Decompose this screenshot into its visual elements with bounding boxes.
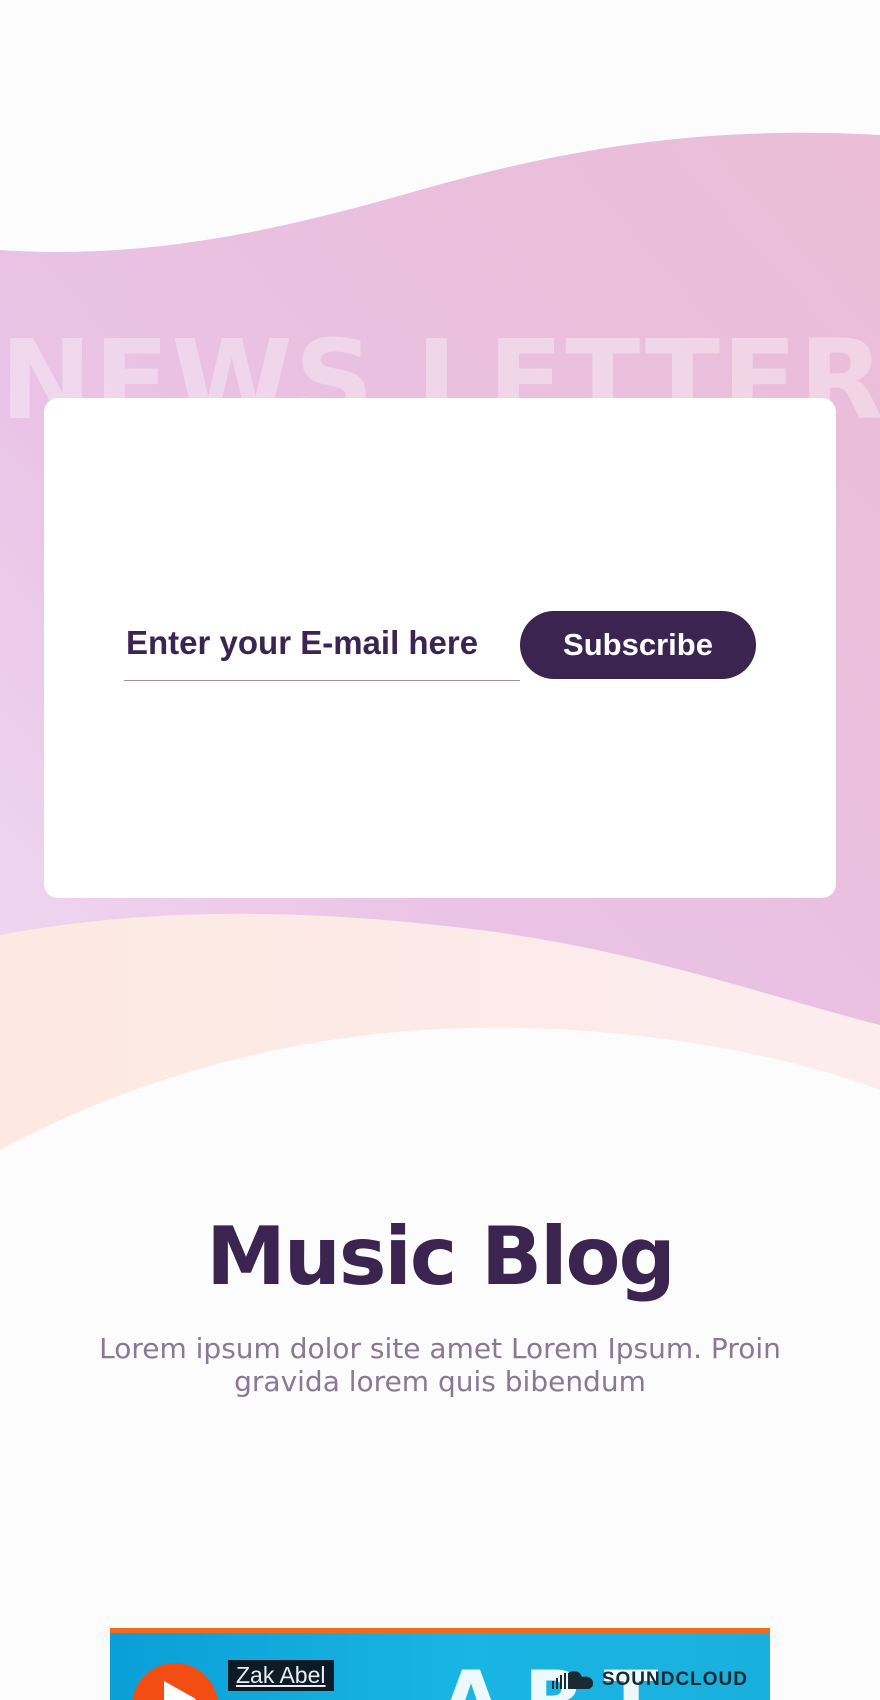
soundcloud-icon xyxy=(551,1671,593,1689)
blog-description: Lorem ipsum dolor site amet Lorem Ipsum.… xyxy=(99,1332,781,1398)
page-title: Music Blog xyxy=(206,1210,676,1303)
play-icon xyxy=(164,1681,196,1700)
soundcloud-logo[interactable]: SOUNDCLOUD xyxy=(551,1669,748,1691)
subscribe-form: Subscribe xyxy=(124,611,756,681)
soundcloud-player[interactable]: Zak Abel ART SOUNDCLOUD xyxy=(110,1628,770,1700)
provider-label: SOUNDCLOUD xyxy=(601,1669,748,1690)
newsletter-card: Subscribe xyxy=(44,398,836,898)
email-input[interactable] xyxy=(124,611,520,681)
artist-link[interactable]: Zak Abel xyxy=(228,1660,334,1691)
subscribe-button[interactable]: Subscribe xyxy=(520,611,756,679)
play-button[interactable] xyxy=(132,1663,218,1700)
